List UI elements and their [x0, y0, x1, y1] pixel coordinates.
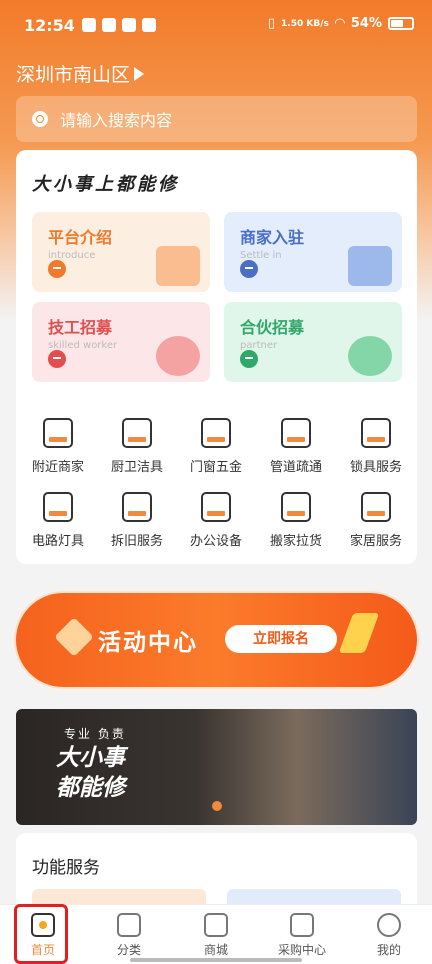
- service-pipe-unclog[interactable]: 管道疏通: [256, 418, 336, 475]
- tab-label: 采购中心: [277, 943, 326, 957]
- service-label: 锁具服务: [349, 460, 402, 475]
- status-bar: 12:54 ▯ 1.50 KB/s ◠ 54%: [0, 0, 432, 50]
- person-icon: [348, 336, 392, 376]
- battery-icon: [388, 17, 414, 30]
- tile-platform-intro[interactable]: 平台介绍 introduce: [32, 212, 210, 292]
- tab-purchase-center[interactable]: 采购中心: [259, 905, 345, 964]
- service-nearby-merchants[interactable]: 附近商家: [18, 418, 98, 475]
- service-demolition[interactable]: 拆旧服务: [97, 492, 177, 549]
- service-label: 电路灯具: [31, 534, 84, 549]
- lamp-icon: [43, 492, 73, 522]
- printer-icon: [201, 492, 231, 522]
- star-icon: [54, 617, 94, 657]
- network-speed: 1.50 KB/s: [281, 18, 329, 29]
- hammer-icon: [122, 492, 152, 522]
- status-time: 12:54: [24, 16, 75, 35]
- search-icon: [32, 111, 48, 127]
- arrow-right-icon: [240, 350, 258, 368]
- lock-icon: [361, 418, 391, 448]
- activity-title: 活动中心: [98, 630, 198, 656]
- main-card: 大小事上都能修 平台介绍 introduce 商家入驻 Settle in 技工…: [16, 150, 417, 564]
- lightning-icon: [338, 613, 380, 653]
- faucet-icon: [281, 418, 311, 448]
- carousel-indicator: [212, 801, 222, 811]
- newspaper-icon: [156, 246, 200, 286]
- notification-icon: [82, 18, 96, 32]
- vibrate-icon: ▯: [267, 16, 276, 31]
- purchase-icon: [290, 913, 314, 937]
- tile-title: 平台介绍: [48, 228, 113, 247]
- service-circuit-lamp[interactable]: 电路灯具: [18, 492, 98, 549]
- service-lock[interactable]: 锁具服务: [336, 418, 416, 475]
- service-office-equipment[interactable]: 办公设备: [176, 492, 256, 549]
- tile-merchant-join[interactable]: 商家入驻 Settle in: [224, 212, 402, 292]
- tab-profile[interactable]: 我的: [346, 905, 432, 964]
- category-icon: [117, 913, 141, 937]
- search-placeholder: 请输入搜索内容: [60, 111, 173, 130]
- camera-icon: [142, 18, 156, 32]
- service-label: 搬家拉货: [269, 534, 322, 549]
- cabinet-icon: [361, 492, 391, 522]
- worker-icon: [156, 336, 200, 376]
- location-selector[interactable]: 深圳市南山区: [16, 60, 145, 87]
- section-title: 功能服务: [32, 858, 100, 878]
- door-icon: [201, 418, 231, 448]
- banner-headline-line2: 都能修: [56, 775, 125, 801]
- arrow-right-icon: [240, 260, 258, 278]
- tile-title: 商家入驻: [240, 228, 305, 247]
- home-indicator: [130, 958, 302, 962]
- storefront-icon: [348, 246, 392, 286]
- banner-subtitle: 专业 负责: [64, 727, 126, 741]
- service-label: 附近商家: [31, 460, 84, 475]
- home-tab-highlight: [14, 904, 68, 964]
- banner-headline: 大小事 都能修: [56, 743, 125, 803]
- tab-label: 商城: [203, 943, 228, 957]
- location-arrow-icon: [134, 66, 145, 81]
- tab-shop[interactable]: 商城: [173, 905, 259, 964]
- store-icon: [43, 418, 73, 448]
- arrow-right-icon: [48, 260, 66, 278]
- banner-headline-line1: 大小事: [56, 745, 125, 771]
- search-bar[interactable]: 请输入搜索内容: [16, 96, 417, 142]
- app-icon: [122, 18, 136, 32]
- battery-percent: 54%: [350, 16, 382, 31]
- service-label: 家居服务: [349, 534, 402, 549]
- service-home[interactable]: 家居服务: [336, 492, 416, 549]
- location-label: 深圳市南山区: [16, 64, 131, 86]
- signup-button[interactable]: 立即报名: [225, 625, 337, 653]
- truck-icon: [281, 492, 311, 522]
- kettle-icon: [122, 418, 152, 448]
- tile-partner-recruit[interactable]: 合伙招募 partner: [224, 302, 402, 382]
- arrow-right-icon: [48, 350, 66, 368]
- tile-title: 合伙招募: [240, 318, 305, 337]
- service-door-window[interactable]: 门窗五金: [176, 418, 256, 475]
- slogan: 大小事上都能修: [30, 170, 179, 196]
- tile-title: 技工招募: [48, 318, 113, 337]
- function-services-section: 功能服务: [16, 833, 417, 913]
- service-label: 门窗五金: [189, 460, 242, 475]
- service-label: 管道疏通: [269, 460, 322, 475]
- service-label: 厨卫洁具: [110, 460, 163, 475]
- tab-category[interactable]: 分类: [86, 905, 172, 964]
- service-kitchen-bath[interactable]: 厨卫洁具: [97, 418, 177, 475]
- service-label: 办公设备: [189, 534, 242, 549]
- tab-label: 分类: [116, 943, 141, 957]
- service-moving[interactable]: 搬家拉货: [256, 492, 336, 549]
- tab-label: 我的: [376, 943, 401, 957]
- promo-banner[interactable]: 专业 负责 大小事 都能修: [16, 709, 417, 825]
- tile-technician-recruit[interactable]: 技工招募 skilled worker: [32, 302, 210, 382]
- wifi-icon: ◠: [334, 16, 345, 31]
- profile-icon: [377, 913, 401, 937]
- service-label: 拆旧服务: [110, 534, 163, 549]
- shop-icon: [204, 913, 228, 937]
- activity-center-banner[interactable]: 活动中心 立即报名: [16, 593, 417, 687]
- mail-icon: [102, 18, 116, 32]
